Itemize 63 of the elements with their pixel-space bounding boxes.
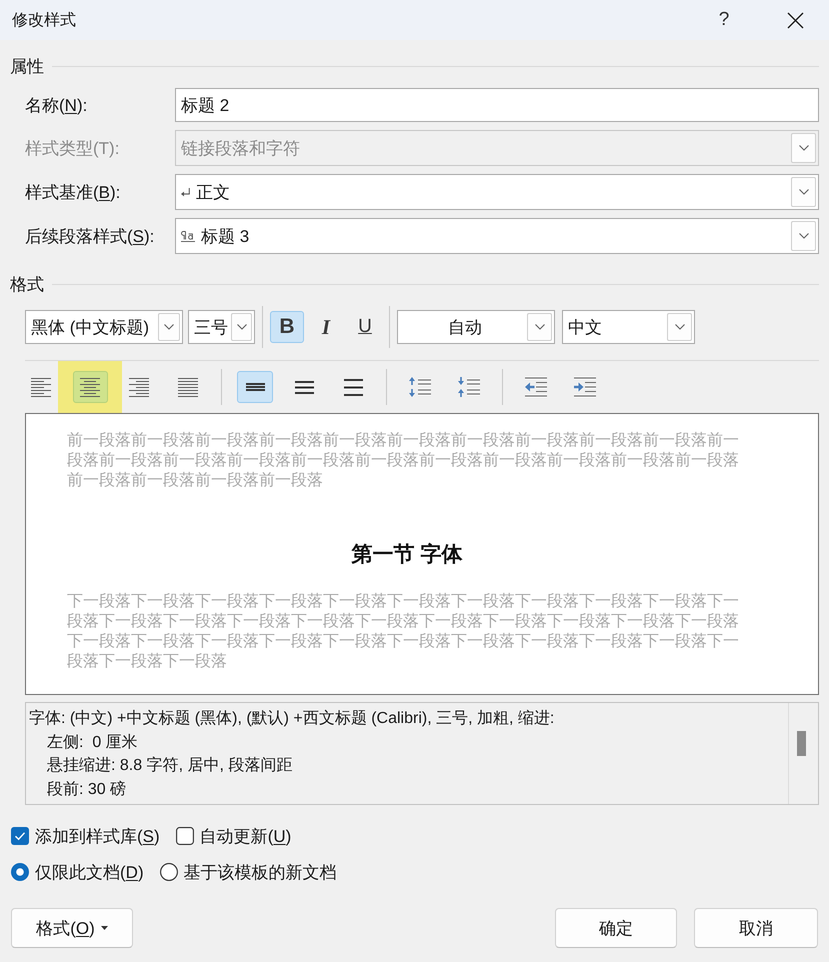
close-icon — [786, 12, 804, 28]
dropdown-field[interactable]: 正文 — [175, 174, 819, 210]
font-color-dropdown[interactable]: 自动 — [397, 310, 555, 344]
radio-button[interactable] — [11, 863, 29, 881]
single-spacing-icon — [246, 382, 264, 392]
description-line: 悬挂缩进: 8.8 字符, 居中, 段落间距 — [46, 756, 294, 776]
description-line: 字体: (中文) +中文标题 (黑体), (默认) +西文标题 (Calibri), 三号, 加粗, 缩进: — [29, 708, 556, 729]
language-dropdown[interactable]: 中文 — [562, 310, 695, 344]
align-left-icon — [31, 376, 51, 398]
description-line: 段前: 30 磅 — [46, 780, 128, 800]
increase-paragraph-spacing-icon — [409, 377, 431, 397]
dropdown-button[interactable] — [231, 313, 252, 341]
preceding-paragraph-text: 前一段落前一段落前一段落前一段落前一段落前一段落前一段落前一段落前一段落前一段落前一段落前一段落前一段落前一段落前一段落前一段落前一段落前一段落前一段落前一段落前一段落前一段落前一段落前一段落前一段落 — [67, 431, 740, 491]
section-heading: 属性 — [10, 56, 44, 78]
field-label: 后续段落样式(S): — [25, 226, 156, 248]
cancel-button[interactable]: 取消 — [694, 908, 818, 948]
following-paragraph-text: 下一段落下一段落下一段落下一段落下一段落下一段落下一段落下一段落下一段落下一段落下一段落下一段落下一段落下一段落下一段落下一段落下一段落下一段落下一段落下一段落下一段落下一段落下一段落下一段落下一段落下一段落下一段落下一段落下一段落下一段落下一段落下一段落下一段落下一段落 — [67, 592, 740, 672]
justify-icon — [178, 376, 198, 398]
help-button[interactable]: ? — [700, 2, 748, 38]
underline-button[interactable]: U — [348, 311, 382, 343]
text-field[interactable]: 标题 2 — [175, 88, 819, 122]
single-spacing-button[interactable] — [237, 371, 273, 403]
scrollbar-thumb[interactable] — [797, 731, 806, 756]
increase-indent-icon — [574, 377, 596, 397]
return-arrow-icon — [181, 188, 190, 196]
italic-button[interactable]: I — [309, 311, 343, 343]
ok-button[interactable]: 确定 — [555, 908, 677, 948]
chevron-down-icon — [236, 324, 246, 330]
chevron-down-icon — [798, 145, 808, 151]
field-label: 样式基准(B): — [25, 182, 122, 204]
dropdown-field[interactable]: 标题 3 — [175, 218, 819, 254]
description-line: 左侧: 0 厘米 — [46, 732, 139, 752]
chevron-down-icon — [798, 189, 808, 195]
align-right-icon — [129, 376, 149, 398]
chevron-down-icon — [164, 324, 174, 330]
section-heading: 格式 — [10, 274, 44, 296]
one-half-spacing-icon — [294, 380, 314, 394]
format-menu-button[interactable]: 格式(O) — [11, 908, 133, 948]
radio-label[interactable]: 基于该模板的新文档 — [184, 860, 337, 884]
caret-down-icon — [100, 926, 108, 930]
decrease-paragraph-spacing-icon — [458, 377, 480, 397]
linked-style-icon — [181, 230, 195, 242]
bold-button[interactable]: B — [270, 311, 304, 343]
align-center-button[interactable] — [58, 361, 122, 413]
double-spacing-icon — [344, 378, 362, 396]
dropdown-button[interactable] — [158, 313, 180, 341]
field-label: 样式类型(T): — [25, 138, 120, 160]
checkbox[interactable] — [11, 827, 29, 845]
chevron-down-icon — [674, 324, 684, 330]
decrease-indent-icon — [525, 377, 547, 397]
font-size-dropdown[interactable]: 三号 — [188, 310, 255, 344]
window-title: 修改样式 — [12, 10, 76, 30]
checkbox-label[interactable]: 自动更新(U) — [200, 824, 292, 848]
align-center-icon — [80, 376, 100, 398]
checkbox[interactable] — [176, 827, 194, 845]
font-dropdown[interactable]: 黑体 (中文标题) — [25, 310, 183, 344]
checkbox-label[interactable]: 添加到样式库(S) — [35, 824, 160, 848]
preview-heading: 第一节 字体 — [350, 543, 464, 567]
radio-label[interactable]: 仅限此文档(D) — [35, 860, 144, 884]
radio-button[interactable] — [160, 863, 178, 881]
field-label: 名称(N): — [25, 94, 88, 116]
chevron-down-icon — [534, 324, 544, 330]
chevron-down-icon — [798, 233, 808, 239]
